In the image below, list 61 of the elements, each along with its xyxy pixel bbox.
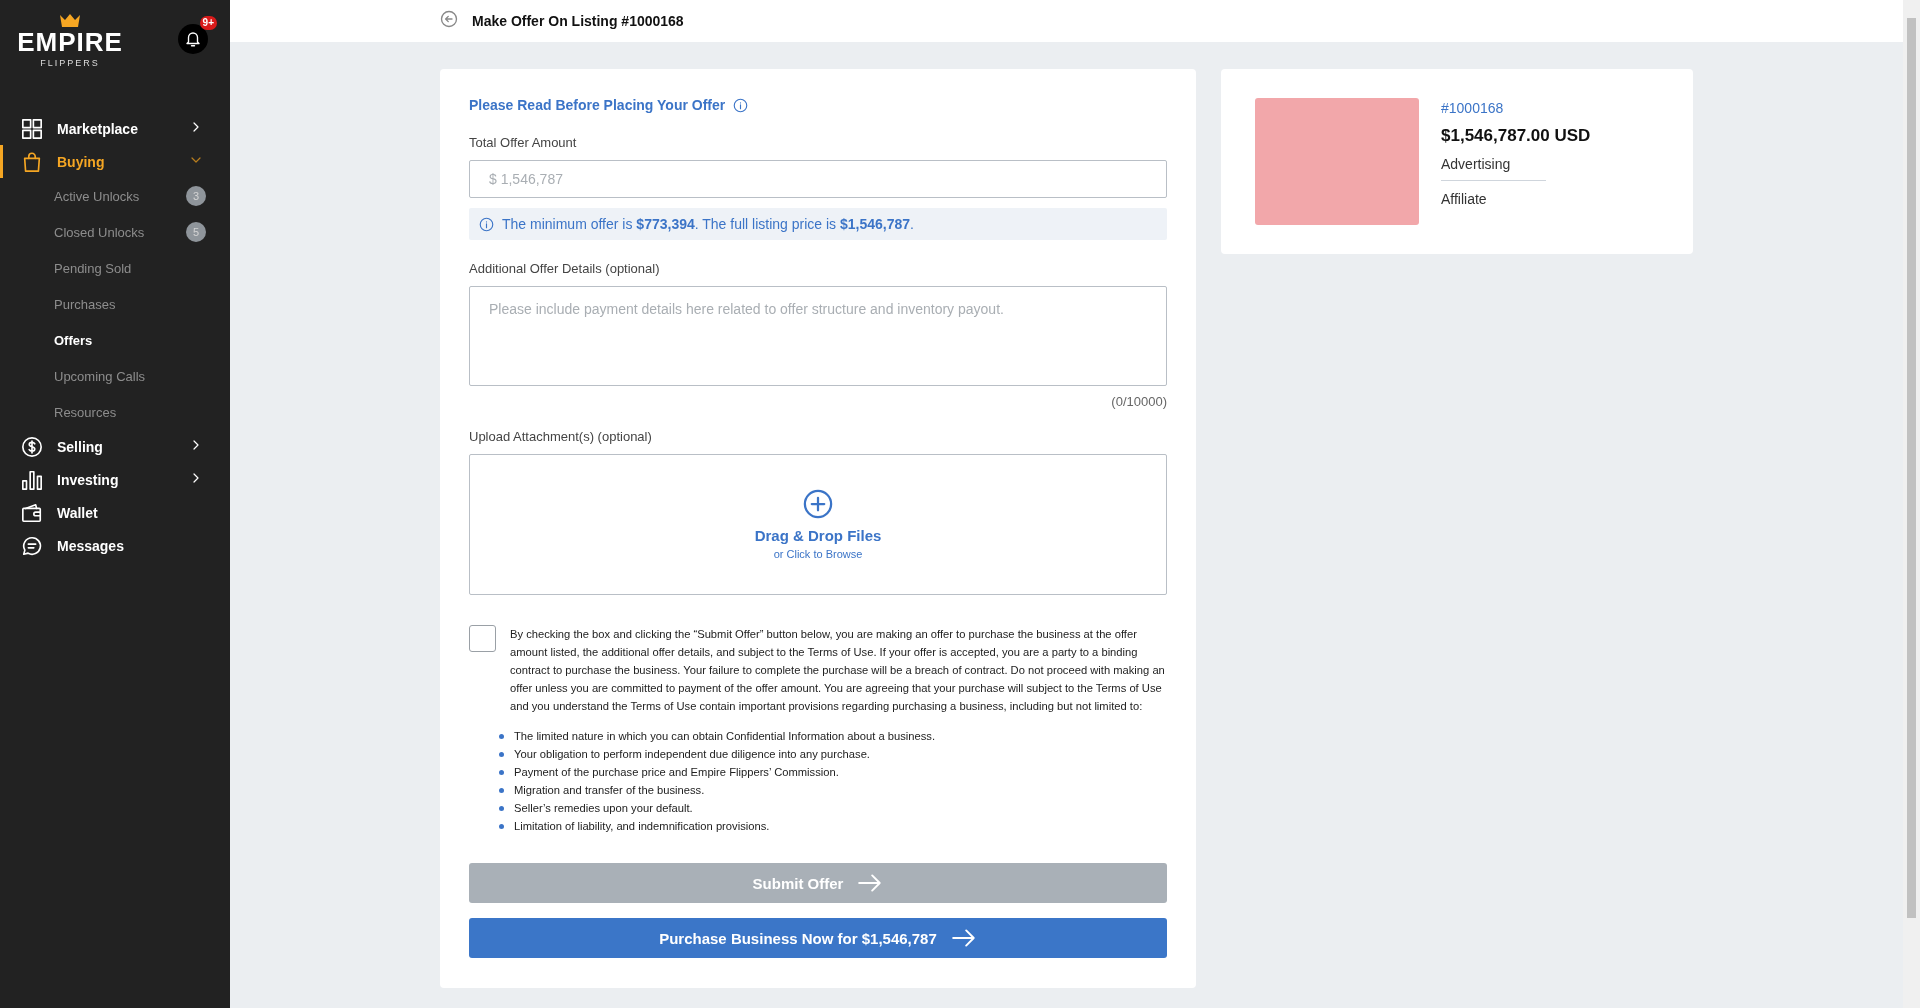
- agreement-checkbox[interactable]: [469, 625, 496, 652]
- count-badge: 5: [186, 222, 206, 242]
- grid-icon: [21, 117, 43, 140]
- sidebar-subitem[interactable]: Purchases: [0, 286, 230, 322]
- chat-bubble-icon: [21, 534, 43, 557]
- bullet-icon: [499, 733, 504, 739]
- dollar-circle-icon: [21, 435, 43, 458]
- listing-id-link[interactable]: #1000168: [1441, 100, 1591, 116]
- listing-monetization: Affiliate: [1441, 191, 1488, 207]
- provision-text: Your obligation to perform independent due diligence into any purchase.: [514, 747, 870, 762]
- notification-button[interactable]: [178, 24, 208, 54]
- logo-wordmark: EMPIRE: [17, 29, 123, 55]
- shopping-bag-icon: [21, 150, 43, 173]
- sidebar-subitem[interactable]: Active Unlocks 3: [0, 178, 230, 214]
- notification-badge: 9+: [199, 16, 217, 30]
- offer-details-field[interactable]: Please include payment details here related to offer structure and inventory payout.: [469, 286, 1167, 386]
- sidebar-subitem[interactable]: Offers: [0, 322, 230, 358]
- provision-text: Migration and transfer of the business.: [514, 783, 705, 798]
- count-badge: 3: [186, 186, 206, 206]
- field-label: Additional Offer Details (optional): [469, 261, 661, 276]
- bullet-icon: [499, 787, 504, 793]
- bell-icon: [184, 30, 202, 48]
- character-counter: (0/10000): [1111, 394, 1167, 409]
- sidebar-item[interactable]: Buying: [0, 145, 230, 178]
- sidebar-item[interactable]: Wallet: [0, 496, 230, 529]
- sidebar-item[interactable]: Messages: [0, 529, 230, 562]
- bar-chart-icon: [21, 468, 43, 491]
- bullet-icon: [499, 769, 504, 775]
- info-icon: [733, 97, 749, 113]
- bullet-icon: [499, 823, 504, 829]
- provision-text: Limitation of liability, and indemnification provisions.: [514, 819, 770, 834]
- provision-text: Payment of the purchase price and Empire Flippers’ Commission.: [514, 765, 839, 780]
- bullet-icon: [499, 751, 504, 757]
- purchase-now-button[interactable]: Purchase Business Now for $1,546,787: [469, 918, 1167, 958]
- listing-price: $1,546,787.00 USD: [1441, 126, 1591, 146]
- field-label: Total Offer Amount: [469, 135, 578, 150]
- sidebar-subitem[interactable]: Upcoming Calls: [0, 358, 230, 394]
- crown-icon: [59, 14, 81, 27]
- provision-text: The limited nature in which you can obtain Confidential Information about a business.: [514, 729, 936, 744]
- listing-niche: Advertising: [1441, 156, 1546, 181]
- notice-link[interactable]: Please Read Before Placing Your Offer: [469, 97, 726, 113]
- sidebar-subitem[interactable]: Resources: [0, 394, 230, 430]
- scrollbar[interactable]: [1903, 0, 1920, 1008]
- sidebar-subitem[interactable]: Pending Sold: [0, 250, 230, 286]
- logo-subtitle: FLIPPERS: [40, 58, 100, 68]
- sidebar-subitem[interactable]: Closed Unlocks 5: [0, 214, 230, 250]
- field-label: Upload Attachment(s) (optional): [469, 429, 653, 444]
- plus-circle-icon: [803, 489, 833, 519]
- file-drop-zone[interactable]: Drag & Drop Files or Click to Browse: [469, 454, 1167, 595]
- info-text: The minimum offer is $773,394. The full listing price is $1,546,787.: [502, 216, 914, 232]
- agreement-text: By checking the box and clicking the “Submit Offer” button below, you are making an offer to purchase the business at the offer amount listed, the additional offer details, and subject to the Terms of Use. If your offer is accepted, you are a party to a binding contract to purchase the business. Your failure to complete the purchase will be a breach of contract. Do not proceed with making an offer unless you are committed to payment of the offer amount. You are agreeing that your purchase will subject to the Terms of Use and you understand the Terms of Use contain important provisions regarding purchasing a business, including but not limited to:: [510, 627, 1166, 714]
- back-arrow-circle-icon: [440, 10, 458, 28]
- bullet-icon: [499, 805, 504, 811]
- sidebar-item[interactable]: Selling: [0, 430, 230, 463]
- info-icon: [479, 216, 494, 232]
- sidebar-item[interactable]: Marketplace: [0, 112, 230, 145]
- wallet-icon: [21, 501, 43, 524]
- sidebar-item[interactable]: Investing: [0, 463, 230, 496]
- provision-text: Seller’s remedies upon your default.: [514, 801, 693, 816]
- page-title: Make Offer On Listing #1000168: [472, 13, 684, 29]
- offer-amount-field[interactable]: $ 1,546,787: [469, 160, 1167, 198]
